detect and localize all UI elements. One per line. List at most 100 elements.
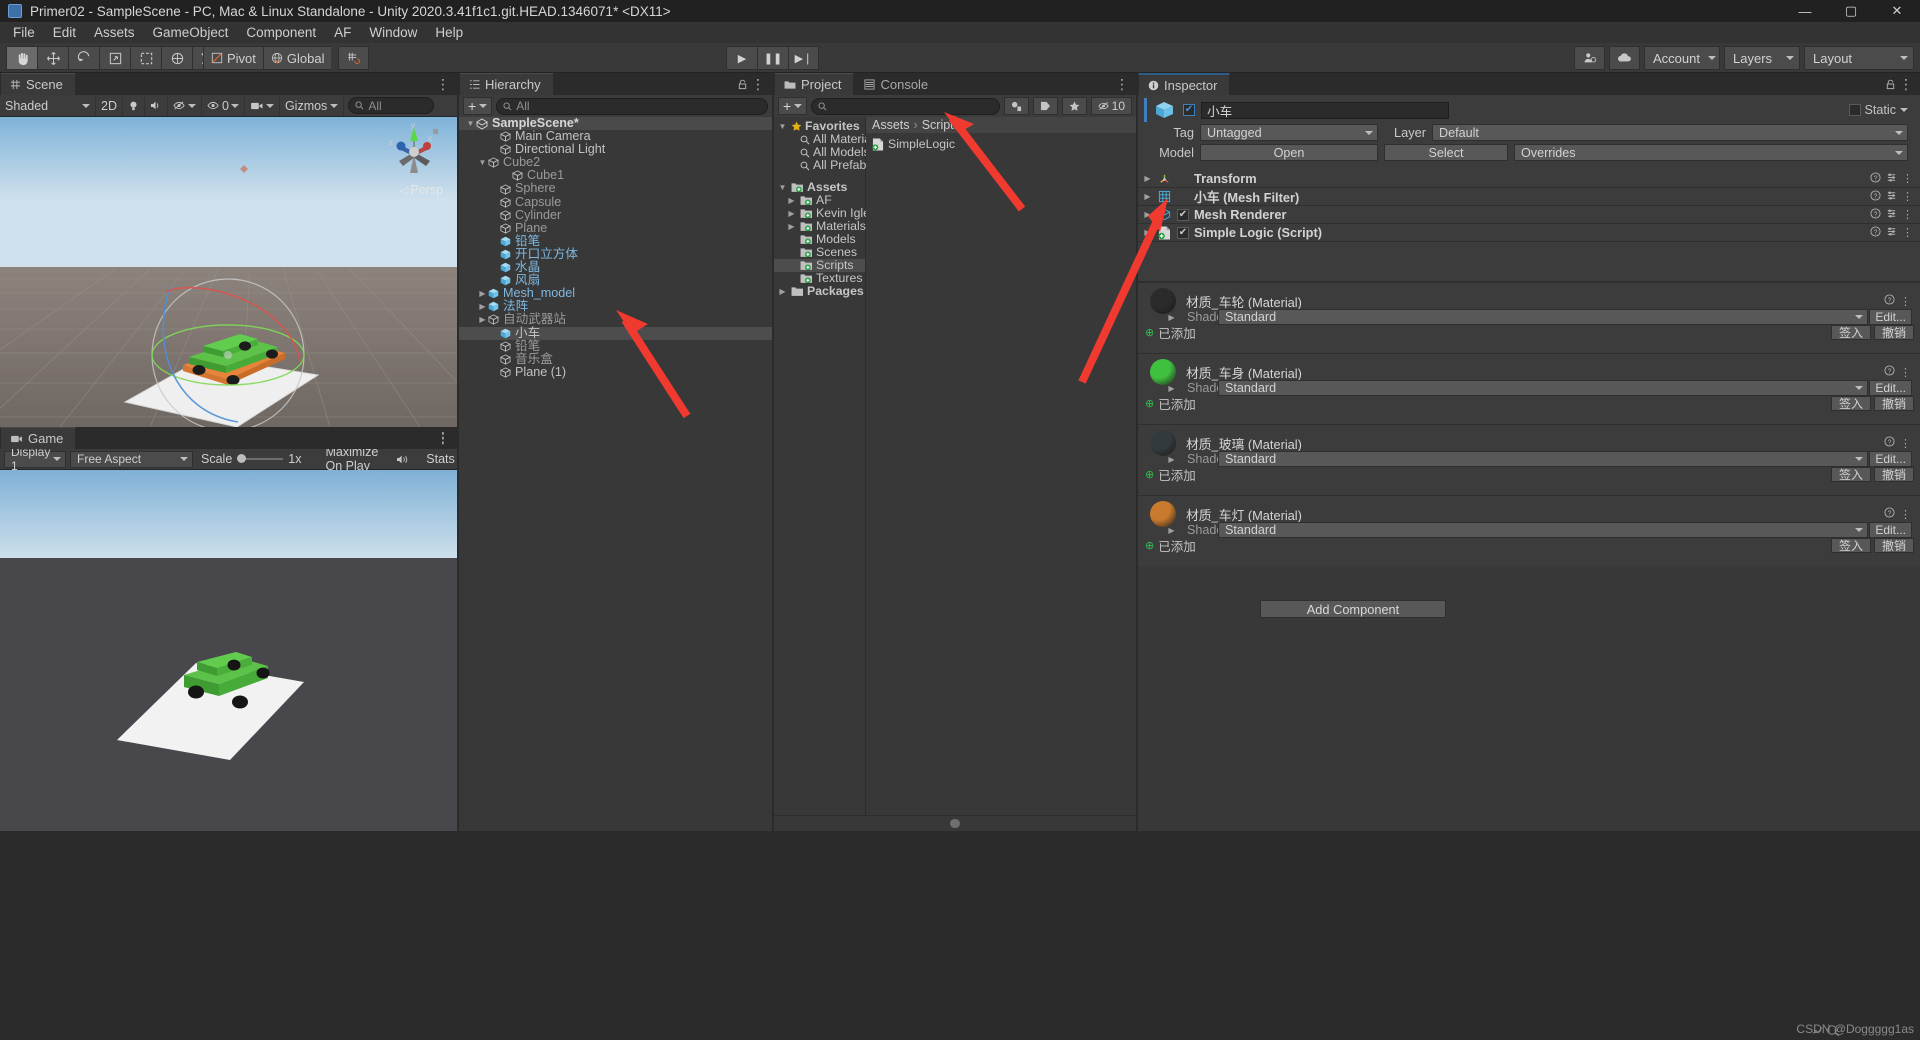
project-tree-item-3[interactable]: ▶ All Prefabs: [774, 159, 872, 172]
help-icon[interactable]: ?: [1870, 171, 1881, 186]
disclosure-triangle[interactable]: ▶: [489, 130, 500, 143]
preset-icon[interactable]: [1886, 172, 1897, 186]
lock-icon[interactable]: [737, 77, 748, 93]
project-search-input[interactable]: [811, 97, 1000, 115]
disclosure-triangle[interactable]: ▶: [489, 340, 500, 353]
transform-tool-button[interactable]: [161, 46, 192, 70]
material-menu-icon[interactable]: ⋮: [1900, 366, 1911, 379]
component-header-0[interactable]: ▶ Transform? ⋮: [1138, 170, 1920, 188]
material-checkin-button[interactable]: 签入: [1830, 396, 1871, 411]
scene-menu-icon[interactable]: ⋮: [436, 76, 451, 93]
disclosure-triangle[interactable]: ▶: [489, 353, 500, 366]
disclosure-triangle[interactable]: ▼: [777, 120, 788, 133]
preset-icon[interactable]: [1886, 190, 1897, 204]
disclosure-triangle[interactable]: ▶: [489, 222, 500, 235]
material-menu-icon[interactable]: ⋮: [1900, 437, 1911, 450]
scene-orientation-gizmo[interactable]: y x z: [383, 121, 445, 183]
component-enabled-checkbox[interactable]: [1177, 208, 1189, 221]
disclosure-triangle[interactable]: ▶: [786, 233, 797, 246]
project-folder-tree[interactable]: ▼Favorites▶All Materia▶All Models▶All Pr…: [774, 117, 876, 815]
material-revert-button[interactable]: 撤销: [1873, 325, 1914, 340]
disclosure-triangle[interactable]: ▶: [786, 194, 797, 207]
game-viewport[interactable]: [0, 470, 457, 831]
mute-audio-button[interactable]: [391, 450, 415, 469]
add-gameobject-button[interactable]: +: [463, 97, 493, 115]
hierarchy-item-16[interactable]: ▶ 小车: [459, 326, 772, 340]
gameobject-enabled-checkbox[interactable]: [1183, 104, 1195, 116]
material-menu-icon[interactable]: ⋮: [1900, 295, 1911, 308]
layer-dropdown[interactable]: Default: [1432, 124, 1908, 141]
disclosure-triangle[interactable]: ▶: [786, 207, 797, 220]
menu-assets[interactable]: Assets: [85, 23, 144, 42]
shader-edit-button[interactable]: Edit...: [1869, 380, 1912, 396]
favorites-button[interactable]: [1061, 97, 1087, 115]
chevron-down-icon[interactable]: [1900, 108, 1908, 112]
gizmos-dropdown[interactable]: Gizmos: [280, 95, 345, 116]
account-dropdown[interactable]: Account: [1644, 46, 1720, 70]
menu-file[interactable]: File: [4, 23, 44, 42]
play-button[interactable]: ▶: [726, 46, 757, 70]
filter-by-label-button[interactable]: [1032, 97, 1058, 115]
disclosure-triangle[interactable]: ▶: [1142, 228, 1153, 237]
close-button[interactable]: ✕: [1874, 0, 1920, 22]
add-component-button[interactable]: Add Component: [1260, 600, 1446, 618]
static-checkbox[interactable]: [1848, 104, 1861, 116]
disclosure-triangle[interactable]: ▼: [477, 156, 488, 169]
help-icon[interactable]: ?: [1884, 365, 1895, 379]
scale-tool-button[interactable]: [99, 46, 130, 70]
tab-inspector[interactable]: Inspector: [1138, 73, 1231, 95]
disclosure-triangle[interactable]: ▶: [489, 182, 500, 195]
hierarchy-item-17[interactable]: ▶ 铅笔: [459, 339, 772, 353]
shader-dropdown[interactable]: Standard: [1218, 309, 1868, 325]
component-menu-icon[interactable]: ⋮: [1902, 190, 1913, 203]
disclosure-triangle[interactable]: ▶: [1142, 174, 1153, 183]
disclosure-triangle[interactable]: ▶: [1166, 313, 1177, 322]
model-open-button[interactable]: Open: [1200, 144, 1378, 161]
hierarchy-menu-icon[interactable]: ⋮: [751, 76, 766, 93]
hand-tool-button[interactable]: [6, 46, 37, 70]
help-icon[interactable]: ?: [1884, 294, 1895, 308]
scene-audio-button[interactable]: [145, 95, 168, 116]
menu-component[interactable]: Component: [237, 23, 325, 42]
disclosure-triangle[interactable]: ▶: [489, 274, 500, 287]
disclosure-triangle[interactable]: ▶: [489, 327, 500, 340]
preset-icon[interactable]: [1886, 208, 1897, 222]
disclosure-triangle[interactable]: ▶: [786, 159, 797, 172]
hierarchy-item-5[interactable]: ▶ Sphere: [459, 182, 772, 195]
preset-icon[interactable]: [1886, 226, 1897, 240]
help-icon[interactable]: ?: [1870, 189, 1881, 204]
project-file-0[interactable]: SimpleLogic: [866, 136, 1136, 152]
scene-fx-dropdown[interactable]: [168, 95, 202, 116]
disclosure-triangle[interactable]: ▶: [1142, 210, 1153, 219]
hierarchy-item-4[interactable]: ▶Cube1: [459, 169, 772, 182]
minimize-button[interactable]: —: [1782, 0, 1828, 22]
menu-gameobject[interactable]: GameObject: [144, 23, 238, 42]
shader-dropdown[interactable]: Standard: [1218, 451, 1868, 467]
disclosure-triangle[interactable]: ▼: [465, 117, 476, 130]
scale-slider[interactable]: [237, 454, 284, 464]
hierarchy-item-19[interactable]: ▶ Plane (1): [459, 365, 772, 379]
hierarchy-item-18[interactable]: ▶ 音乐盒: [459, 352, 772, 366]
help-icon[interactable]: ?: [1884, 507, 1895, 521]
shader-dropdown[interactable]: Standard: [1218, 522, 1868, 538]
material-menu-icon[interactable]: ⋮: [1900, 508, 1911, 521]
hierarchy-search-input[interactable]: All: [496, 97, 768, 115]
shading-mode-dropdown[interactable]: Shaded: [0, 95, 96, 116]
component-header-2[interactable]: ▶ Mesh Renderer? ⋮: [1138, 206, 1920, 224]
disclosure-triangle[interactable]: ▶: [489, 235, 500, 248]
scene-search-input[interactable]: All: [348, 97, 435, 114]
material-revert-button[interactable]: 撤销: [1873, 396, 1914, 411]
disclosure-triangle[interactable]: ▶: [477, 287, 488, 300]
material-revert-button[interactable]: 撤销: [1873, 538, 1914, 553]
grid-snap-button[interactable]: [338, 46, 370, 70]
filter-by-type-button[interactable]: [1003, 97, 1029, 115]
disclosure-triangle[interactable]: ▶: [786, 246, 797, 259]
material-checkin-button[interactable]: 签入: [1830, 467, 1871, 482]
hierarchy-item-11[interactable]: ▶水晶: [459, 260, 772, 274]
hierarchy-item-3[interactable]: ▼ Cube2: [459, 156, 772, 169]
menu-edit[interactable]: Edit: [44, 23, 85, 42]
disclosure-triangle[interactable]: ▶: [489, 366, 500, 379]
hierarchy-item-10[interactable]: ▶开口立方体: [459, 247, 772, 261]
global-toggle-button[interactable]: Global: [262, 46, 332, 70]
cloud-button[interactable]: [1609, 46, 1640, 70]
